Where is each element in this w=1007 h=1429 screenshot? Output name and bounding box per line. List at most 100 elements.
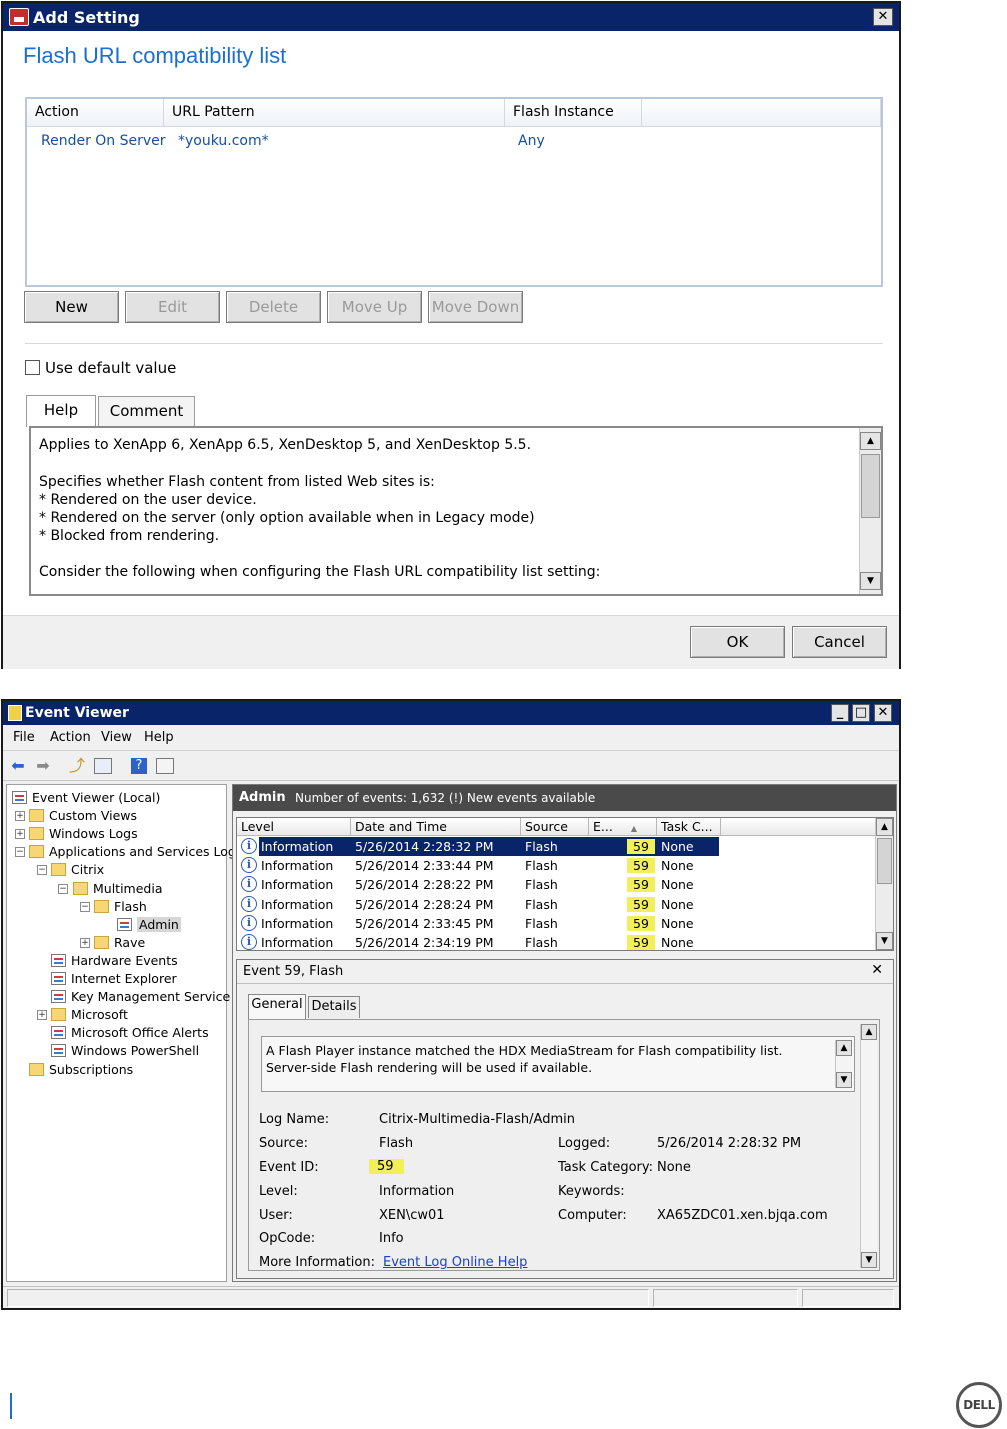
description-scrollbar[interactable]: ▲ ▼ <box>835 1040 852 1088</box>
detail-scrollbar[interactable]: ▲ ▼ <box>860 1024 877 1268</box>
console-tree[interactable]: Event Viewer (Local) + Custom Views + Window… <box>6 784 242 1282</box>
collapse-icon[interactable]: − <box>80 901 90 912</box>
cancel-button[interactable]: Cancel <box>792 626 887 658</box>
collapse-icon[interactable]: − <box>37 865 47 876</box>
table-row[interactable]: i Information 5/26/2014 2:28:32 PM Flash 59 N… <box>237 837 877 856</box>
column-header-date-time[interactable]: Date and Time <box>351 818 521 836</box>
event-description[interactable]: A Flash Player instance matched the HDX … <box>261 1036 855 1092</box>
tab-details[interactable]: Details <box>308 996 360 1018</box>
source-label: Source: <box>259 1136 309 1151</box>
collapse-icon[interactable]: − <box>58 883 68 894</box>
tree-item[interactable]: + Microsoft <box>7 1006 225 1024</box>
tree-item[interactable]: Microsoft Office Alerts <box>7 1024 225 1042</box>
table-row[interactable]: i Information 5/26/2014 2:28:24 PM Flash 59 N… <box>237 895 877 914</box>
console-tree-icon[interactable] <box>94 758 112 774</box>
tree-item[interactable]: Key Management Service <box>7 988 230 1006</box>
table-row[interactable]: i Information 5/26/2014 2:33:45 PM Flash 59 N… <box>237 914 877 933</box>
tab-general[interactable]: General <box>248 994 306 1019</box>
column-header-flash-instance[interactable]: Flash Instance <box>505 99 642 127</box>
tree-item[interactable]: − Applications and Services Logs <box>7 843 242 861</box>
scroll-thumb[interactable] <box>877 838 892 884</box>
scroll-up-icon[interactable]: ▲ <box>860 432 881 450</box>
move-up-button[interactable]: Move Up <box>327 291 422 323</box>
collapse-icon[interactable]: − <box>15 847 25 858</box>
events-scrollbar[interactable]: ▲ ▼ <box>875 818 893 950</box>
tab-help[interactable]: Help <box>26 395 96 427</box>
up-folder-icon[interactable]: ⤴ <box>67 757 87 775</box>
event-viewer-icon <box>8 705 22 721</box>
close-icon[interactable]: ✕ <box>873 8 893 26</box>
ok-button[interactable]: OK <box>690 626 785 658</box>
help-scrollbar[interactable]: ▲ ▼ <box>859 428 881 594</box>
cell-task: None <box>661 915 694 931</box>
user-value: XEN\cw01 <box>379 1208 445 1223</box>
tree-item[interactable]: Subscriptions <box>7 1061 225 1079</box>
forward-arrow-icon[interactable]: ➡ <box>33 757 53 775</box>
tree-item[interactable]: Windows PowerShell <box>7 1042 225 1060</box>
column-header-action[interactable]: Action <box>27 99 164 127</box>
scroll-down-icon[interactable]: ▼ <box>836 1072 852 1088</box>
scroll-up-icon[interactable]: ▲ <box>876 818 893 836</box>
tree-item[interactable]: Hardware Events <box>7 952 225 970</box>
tab-comment[interactable]: Comment <box>98 396 195 426</box>
event-viewer-title-bar[interactable]: Event Viewer _ □ ✕ <box>3 701 899 725</box>
dialog-title-bar[interactable]: Add Setting ✕ <box>3 3 899 31</box>
help-text-area[interactable]: Applies to XenApp 6, XenApp 6.5, XenDesk… <box>29 426 883 596</box>
scroll-up-icon[interactable]: ▲ <box>861 1024 877 1040</box>
scroll-down-icon[interactable]: ▼ <box>876 932 893 950</box>
event-id-header-text: E... <box>593 819 613 834</box>
events-list[interactable]: Level Date and Time Source E... ▲ Task C… <box>236 817 894 951</box>
column-header-url-pattern[interactable]: URL Pattern <box>164 99 505 127</box>
table-row[interactable]: i Information 5/26/2014 2:34:19 PM Flash 59 N… <box>237 933 877 950</box>
maximize-icon[interactable]: □ <box>852 704 870 722</box>
move-down-button[interactable]: Move Down <box>428 291 523 323</box>
event-description-text: A Flash Player instance matched the HDX … <box>266 1043 783 1075</box>
cell-event-id: 59 <box>627 877 655 893</box>
menu-help[interactable]: Help <box>144 730 174 745</box>
log-header-bar: Admin Number of events: 1,632 (!) New ev… <box>233 785 896 811</box>
event-log-online-help-link[interactable]: Event Log Online Help <box>383 1255 527 1270</box>
properties-icon[interactable] <box>156 758 174 774</box>
column-header-event-id[interactable]: E... ▲ <box>589 818 657 836</box>
minimize-icon[interactable]: _ <box>831 704 849 722</box>
scroll-down-icon[interactable]: ▼ <box>860 572 881 590</box>
menu-view[interactable]: View <box>101 730 132 745</box>
delete-button[interactable]: Delete <box>226 291 321 323</box>
edit-button[interactable]: Edit <box>125 291 220 323</box>
tree-item[interactable]: + Windows Logs <box>7 825 225 843</box>
close-icon[interactable]: ✕ <box>871 962 883 978</box>
expand-icon[interactable]: + <box>80 937 90 948</box>
tree-item[interactable]: − Multimedia <box>7 880 225 898</box>
event-detail-title: Event 59, Flash <box>243 964 344 979</box>
expand-icon[interactable]: + <box>15 829 25 840</box>
column-header-source[interactable]: Source <box>521 818 589 836</box>
scroll-up-icon[interactable]: ▲ <box>836 1040 852 1056</box>
table-row[interactable]: i Information 5/26/2014 2:28:22 PM Flash 59 N… <box>237 875 877 894</box>
help-line: Specifies whether Flash content from lis… <box>39 474 435 490</box>
table-row[interactable]: i Information 5/26/2014 2:33:44 PM Flash 59 N… <box>237 856 877 875</box>
back-arrow-icon[interactable]: ⬅ <box>8 757 28 775</box>
help-line: * Rendered on the user device. <box>39 492 257 508</box>
tree-item[interactable]: Internet Explorer <box>7 970 225 988</box>
tree-item[interactable]: + Rave <box>7 934 225 952</box>
use-default-checkbox[interactable] <box>25 360 40 375</box>
tree-item[interactable]: Event Viewer (Local) <box>7 789 225 807</box>
expand-icon[interactable]: + <box>15 811 25 822</box>
logged-value: 5/26/2014 2:28:32 PM <box>657 1136 802 1151</box>
column-header-task-category[interactable]: Task C... <box>657 818 721 836</box>
tree-item[interactable]: + Custom Views <box>7 807 225 825</box>
expand-icon[interactable]: + <box>37 1010 47 1021</box>
menu-file[interactable]: File <box>13 730 35 745</box>
tree-item[interactable]: − Citrix <box>7 861 225 879</box>
close-icon[interactable]: ✕ <box>874 704 892 722</box>
scroll-thumb[interactable] <box>861 454 880 518</box>
scroll-down-icon[interactable]: ▼ <box>861 1252 877 1268</box>
help-icon[interactable]: ? <box>131 758 147 774</box>
tree-item-label: Flash <box>114 898 147 914</box>
column-header-level[interactable]: Level <box>237 818 351 836</box>
new-button[interactable]: New <box>24 291 119 323</box>
menu-action[interactable]: Action <box>50 730 91 745</box>
tree-item[interactable]: Admin <box>7 916 225 934</box>
url-list[interactable]: Action URL Pattern Flash Instance Render… <box>25 97 883 287</box>
tree-item[interactable]: − Flash <box>7 898 225 916</box>
